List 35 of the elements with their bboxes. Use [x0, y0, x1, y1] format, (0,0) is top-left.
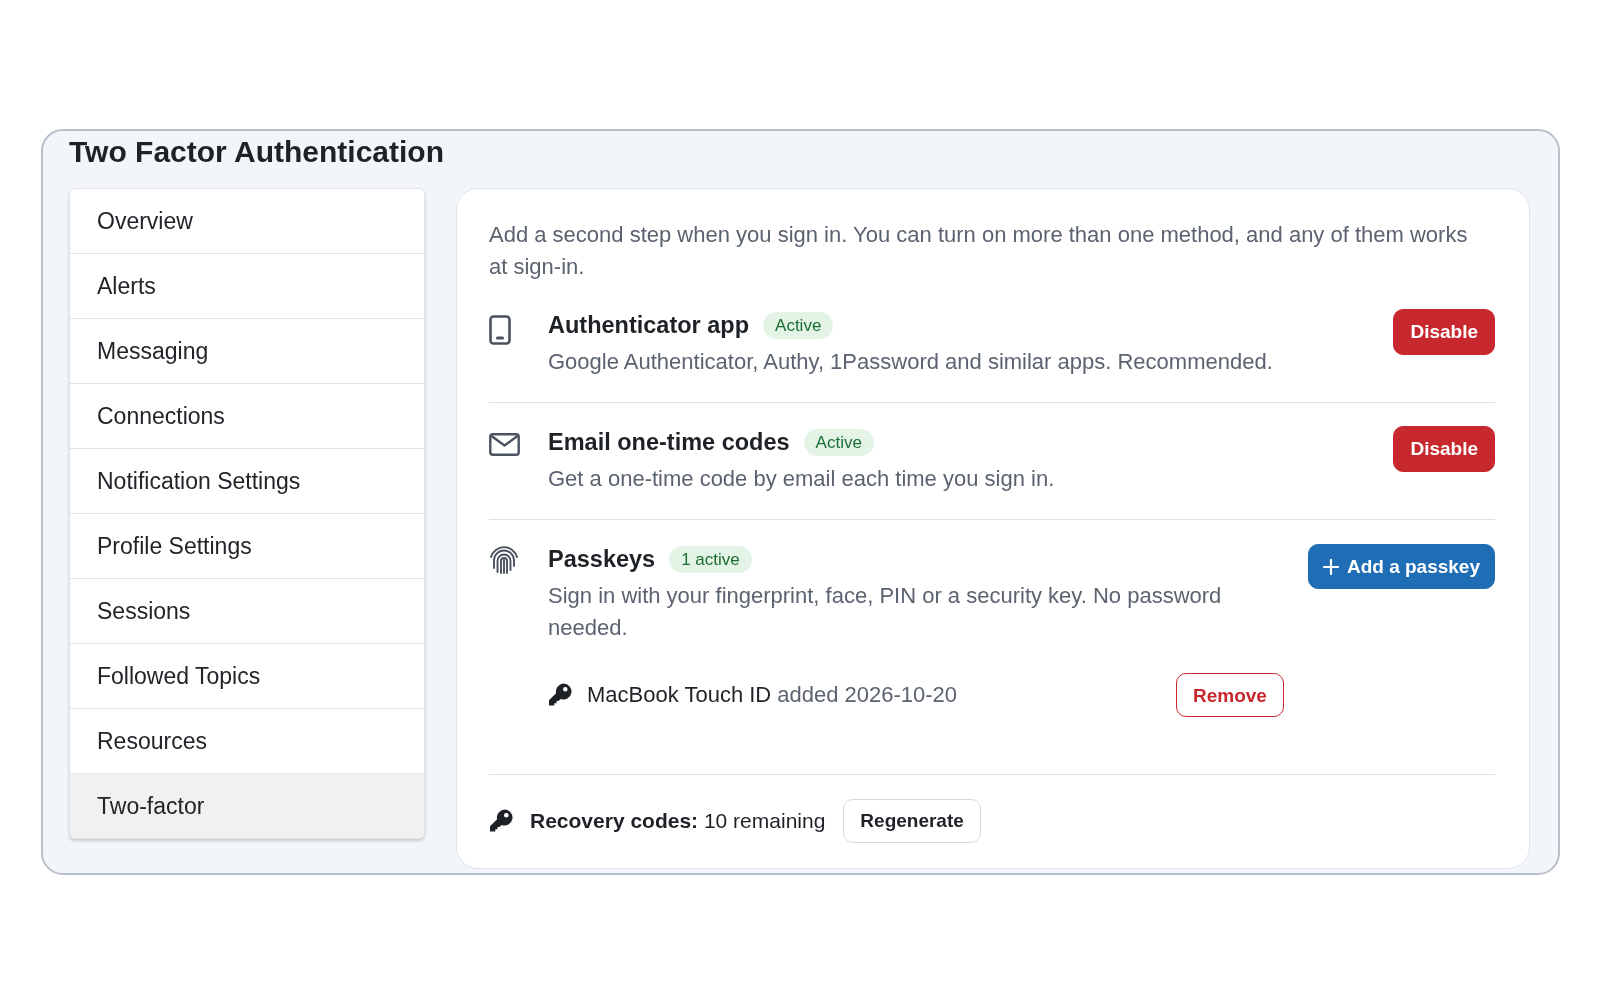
remove-button[interactable]: Remove: [1176, 673, 1284, 717]
status-badge: Active: [803, 428, 874, 456]
passkey-name: MacBook Touch ID: [587, 681, 772, 709]
disable-button[interactable]: Disable: [1393, 309, 1495, 355]
sidebar-item[interactable]: Alerts: [69, 254, 425, 319]
page-title: Two Factor Authentication: [69, 134, 444, 170]
method-description: Google Authenticator, Authy, 1Password and similar apps. Recommended.: [548, 348, 1274, 376]
sidebar-item[interactable]: Two-factor: [69, 774, 425, 839]
method-description: Get a one-time code by email each time you sign in.: [548, 465, 1056, 493]
sidebar-item[interactable]: Overview: [69, 188, 425, 254]
plus-icon: [1322, 558, 1339, 575]
disable-button[interactable]: Disable: [1393, 426, 1495, 472]
passkey-date: added 2026-10-20: [777, 681, 958, 709]
method-title: Email one-time codes: [548, 428, 790, 457]
intro-text: Add a second step when you sign in. You can turn on more than one method, and any of them works at sign-in.: [489, 221, 1469, 281]
status-badge: 1 active: [669, 545, 752, 573]
key-icon: [489, 809, 513, 833]
envelope-icon: [489, 433, 520, 456]
method-description: Sign in with your fingerprint, face, PIN or a security key. No password needed.: [548, 582, 1223, 642]
regenerate-button[interactable]: Regenerate: [843, 799, 981, 843]
sidebar-item[interactable]: Resources: [69, 709, 425, 774]
key-icon: [548, 683, 572, 707]
sidebar-item[interactable]: Connections: [69, 384, 425, 449]
sidebar-item[interactable]: Notification Settings: [69, 449, 425, 514]
sidebar-item[interactable]: Followed Topics: [69, 644, 425, 709]
sidebar-item[interactable]: Messaging: [69, 319, 425, 384]
recovery-codes-text: Recovery codes: 10 remaining: [530, 808, 826, 834]
phone-icon: [489, 315, 511, 345]
sidebar-item[interactable]: Profile Settings: [69, 514, 425, 579]
method-title: Authenticator app: [548, 311, 750, 340]
sidebar-item[interactable]: Sessions: [69, 579, 425, 644]
status-badge: Active: [763, 311, 834, 339]
method-title: Passkeys: [548, 545, 656, 574]
fingerprint-icon: [489, 546, 519, 574]
add-passkey-button[interactable]: Add a passkey: [1307, 544, 1495, 589]
